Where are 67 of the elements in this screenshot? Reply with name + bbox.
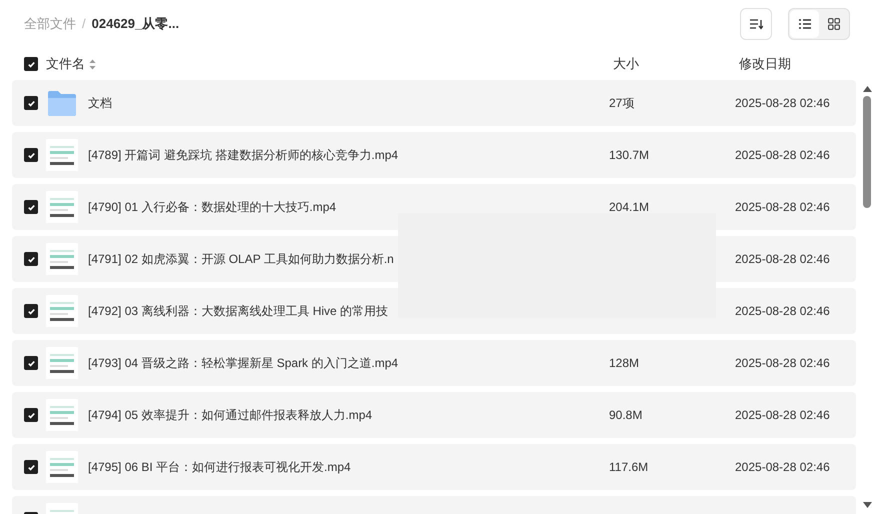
modified-date: 2025-08-28 02:46	[735, 304, 830, 318]
file-size: 204.1M	[609, 200, 650, 214]
sort-button[interactable]	[740, 8, 772, 40]
file-size: 130.7M	[609, 148, 650, 162]
checkmark-icon	[26, 358, 36, 368]
video-thumbnail	[46, 295, 78, 327]
checkbox[interactable]	[24, 252, 38, 266]
file-name: [4792] 03 离线利器：大数据离线处理工具 Hive 的常用技	[88, 304, 388, 318]
modified-date: 2025-08-28 02:46	[735, 200, 830, 214]
video-thumbnail	[46, 243, 78, 275]
column-header[interactable]: 修改日期	[739, 54, 791, 74]
video-thumbnail	[46, 451, 78, 483]
file-size: 117.6M	[609, 460, 648, 474]
list-icon	[798, 19, 810, 29]
file-size: 128M	[609, 356, 640, 370]
file-name: [4789] 开篇词 避免踩坑 搭建数据分析师的核心竞争力.mp4	[88, 148, 398, 162]
file-name: [4795] 06 BI 平台：如何进行报表可视化开发.mp4	[88, 460, 351, 474]
file-size: 90.8M	[609, 408, 642, 422]
checkmark-icon	[26, 306, 36, 316]
modified-date: 2025-08-28 02:46	[735, 148, 830, 162]
file-row[interactable]: [4793] 04 晋级之路：轻松掌握新星 Spark 的入门之道.mp4 128M 2025-08-28 02:46	[12, 340, 856, 386]
scrollbar-thumb[interactable]	[863, 96, 871, 208]
modified-date: 2025-08-28 02:46	[735, 356, 830, 370]
breadcrumb-separator: /	[82, 15, 86, 34]
checkbox[interactable]	[24, 200, 38, 214]
video-thumbnail	[46, 399, 78, 431]
video-thumbnail	[46, 139, 78, 171]
breadcrumb-item[interactable]: 024629_从零...	[92, 14, 180, 34]
checkbox[interactable]	[24, 460, 38, 474]
checkmark-icon	[26, 254, 36, 264]
file-name: [4794] 05 效率提升：如何通过邮件报表释放人力.mp4	[88, 408, 372, 422]
checkbox[interactable]	[24, 356, 38, 370]
sort-arrows-icon[interactable]	[89, 58, 96, 70]
modified-date: 2025-08-28 02:46	[735, 96, 830, 110]
checkbox[interactable]	[24, 408, 38, 422]
checkmark-icon	[26, 60, 36, 68]
checkmark-icon	[26, 98, 36, 108]
file-name: [4793] 04 晋级之路：轻松掌握新星 Spark 的入门之道.mp4	[88, 356, 398, 370]
file-name: [4790] 01 入行必备：数据处理的十大技巧.mp4	[88, 200, 336, 214]
checkmark-icon	[26, 462, 36, 472]
file-name: 文档	[88, 96, 112, 110]
scroll-down-icon[interactable]	[862, 502, 872, 508]
scroll-up-icon[interactable]	[862, 86, 872, 92]
file-row[interactable]: [4794] 05 效率提升：如何通过邮件报表释放人力.mp4 90.8M 2025-08-28 02:46	[12, 392, 856, 438]
sort-icon	[749, 18, 763, 30]
file-row[interactable]: 文档 27项 2025-08-28 02:46	[12, 80, 856, 126]
checkbox[interactable]	[24, 304, 38, 318]
modified-date: 2025-08-28 02:46	[735, 252, 830, 266]
video-thumbnail	[46, 347, 78, 379]
checkmark-icon	[26, 410, 36, 420]
video-thumbnail	[46, 191, 78, 223]
modified-date: 2025-08-28 02:46	[735, 408, 830, 422]
checkbox[interactable]	[24, 96, 38, 110]
checkmark-icon	[26, 150, 36, 160]
checkmark-icon	[26, 202, 36, 212]
file-row[interactable]: [4795] 06 BI 平台：如何进行报表可视化开发.mp4 117.6M 2025-08-28 02:46	[12, 444, 856, 490]
file-name: [4791] 02 如虎添翼：开源 OLAP 工具如何助力数据分析.n	[88, 252, 394, 266]
grid-icon	[828, 18, 840, 30]
column-header[interactable]: 文件名	[46, 54, 85, 74]
file-row[interactable]: [4789] 开篇词 避免踩坑 搭建数据分析师的核心竞争力.mp4 130.7M 2025-08-28 02:46	[12, 132, 856, 178]
modified-date: 2025-08-28 02:46	[735, 460, 830, 474]
file-size: 27项	[609, 96, 634, 110]
checkbox[interactable]	[24, 148, 38, 162]
checkbox[interactable]	[24, 57, 38, 71]
folder-icon	[47, 89, 77, 117]
column-header[interactable]: 大小	[613, 54, 713, 74]
view-toggle-option[interactable]	[790, 10, 819, 38]
